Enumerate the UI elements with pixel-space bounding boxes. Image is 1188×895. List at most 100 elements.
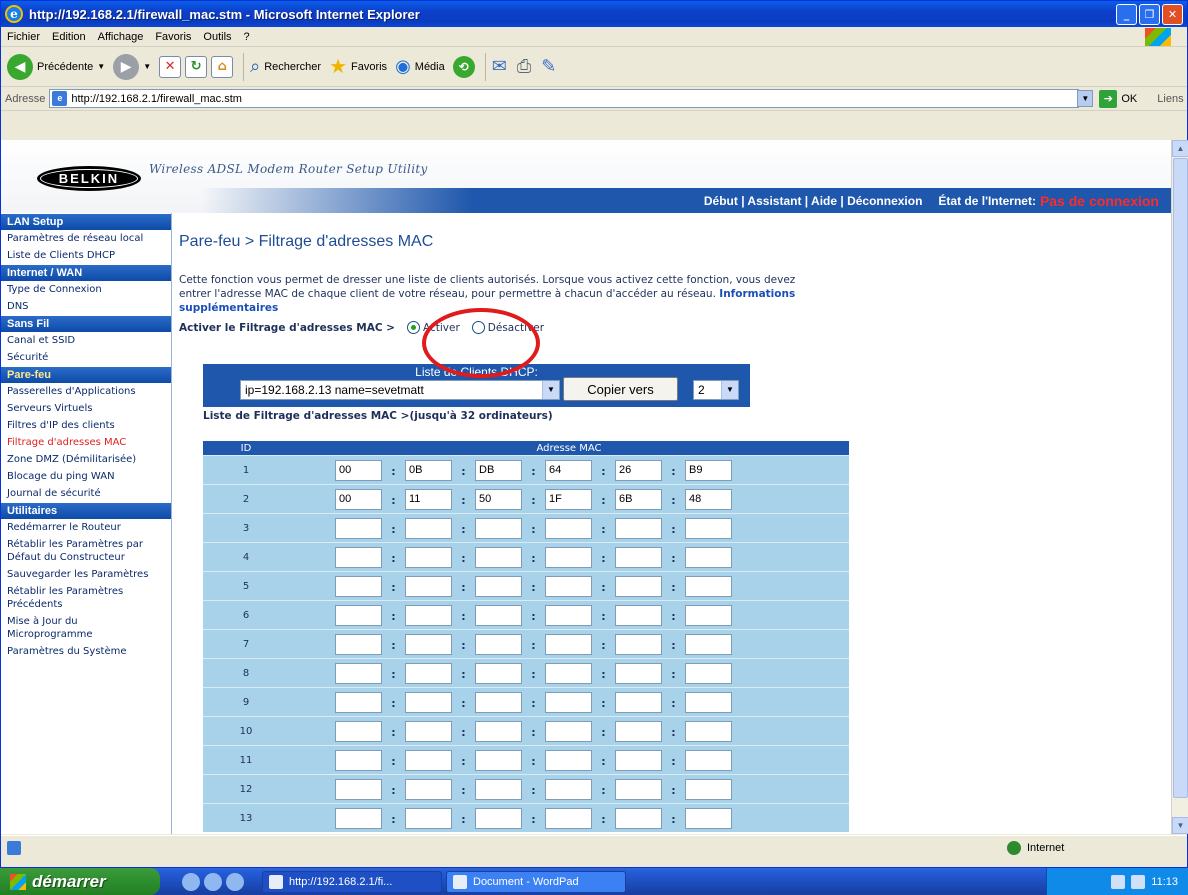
history-icon[interactable]: ⟲ [452, 55, 475, 78]
sidebar-item-virtual-servers[interactable]: Serveurs Virtuels [1, 400, 171, 417]
scroll-thumb[interactable] [1173, 158, 1188, 798]
mac-octet-input[interactable]: 0B [405, 459, 452, 481]
mac-octet-input[interactable] [545, 604, 592, 626]
mac-octet-input[interactable] [685, 575, 732, 597]
mac-octet-input[interactable] [335, 691, 382, 713]
address-dropdown-icon[interactable]: ▼ [1077, 90, 1094, 107]
scroll-down-icon[interactable]: ▼ [1172, 817, 1188, 834]
mac-octet-input[interactable] [405, 546, 452, 568]
dhcp-client-select[interactable]: ip=192.168.2.13 name=sevetmatt ▼ [240, 380, 560, 400]
mac-octet-input[interactable] [615, 807, 662, 829]
menu-favoris[interactable]: Favoris [155, 31, 191, 43]
sidebar-item-factory-reset[interactable]: Rétablir les Paramètres par Défaut du Co… [1, 536, 171, 566]
sidebar-item-firmware[interactable]: Mise à Jour du Microprogramme [1, 613, 171, 643]
mac-octet-input[interactable] [335, 546, 382, 568]
sidebar-item-restart[interactable]: Redémarrer le Routeur [1, 519, 171, 536]
refresh-icon[interactable]: ↻ [185, 55, 208, 78]
mac-octet-input[interactable] [405, 691, 452, 713]
vertical-scrollbar[interactable]: ▲ ▼ [1171, 140, 1188, 834]
mac-octet-input[interactable]: 64 [545, 459, 592, 481]
mac-octet-input[interactable] [475, 575, 522, 597]
mac-octet-input[interactable] [405, 575, 452, 597]
mac-octet-input[interactable] [335, 662, 382, 684]
forward-button[interactable]: ▶ ▼ [113, 53, 151, 80]
stop-icon[interactable]: ✕ [159, 55, 182, 78]
minimize-button[interactable]: _ [1116, 4, 1137, 25]
mac-octet-input[interactable] [545, 720, 592, 742]
mac-octet-input[interactable] [545, 575, 592, 597]
sidebar-item-system-settings[interactable]: Paramètres du Système [1, 643, 171, 660]
task-ie[interactable]: http://192.168.2.1/fi... [262, 870, 442, 893]
mac-octet-input[interactable] [545, 517, 592, 539]
mac-octet-input[interactable] [405, 807, 452, 829]
mac-octet-input[interactable] [545, 749, 592, 771]
mac-octet-input[interactable] [405, 604, 452, 626]
top-nav-links[interactable]: Début | Assistant | Aide | Déconnexion [704, 194, 923, 208]
desktop-icon[interactable] [182, 872, 200, 891]
mac-octet-input[interactable] [335, 575, 382, 597]
sidebar-item-dns[interactable]: DNS [1, 298, 171, 315]
mac-octet-input[interactable] [405, 749, 452, 771]
mac-octet-input[interactable]: B9 [685, 459, 732, 481]
menu-outils[interactable]: Outils [203, 31, 231, 43]
mac-octet-input[interactable] [685, 807, 732, 829]
home-icon[interactable]: ⌂ [211, 55, 234, 78]
address-input[interactable]: e http://192.168.2.1/firewall_mac.stm [49, 89, 1080, 108]
mac-octet-input[interactable] [685, 691, 732, 713]
mac-octet-input[interactable] [545, 691, 592, 713]
mail-icon[interactable]: ✉ [492, 56, 507, 77]
mac-octet-input[interactable] [615, 604, 662, 626]
sidebar-item-lan-settings[interactable]: Paramètres de réseau local [1, 230, 171, 247]
close-button[interactable]: ✕ [1162, 4, 1183, 25]
mac-octet-input[interactable] [685, 720, 732, 742]
mac-octet-input[interactable] [405, 517, 452, 539]
mac-octet-input[interactable] [405, 720, 452, 742]
back-button[interactable]: ◀ Précédente ▼ [7, 53, 105, 80]
menu-help[interactable]: ? [244, 31, 250, 43]
mac-octet-input[interactable] [335, 633, 382, 655]
mac-octet-input[interactable] [335, 604, 382, 626]
mac-octet-input[interactable]: 00 [335, 459, 382, 481]
mac-octet-input[interactable]: 6B [615, 488, 662, 510]
sidebar-item-security-log[interactable]: Journal de sécurité [1, 485, 171, 502]
mac-octet-input[interactable] [475, 691, 522, 713]
copy-target-select[interactable]: 2 ▼ [693, 380, 739, 400]
sidebar-item-ip-filters[interactable]: Filtres d'IP des clients [1, 417, 171, 434]
mac-octet-input[interactable] [615, 517, 662, 539]
mac-octet-input[interactable] [545, 807, 592, 829]
task-wordpad[interactable]: Document - WordPad [446, 870, 626, 893]
mac-octet-input[interactable]: DB [475, 459, 522, 481]
mac-octet-input[interactable] [475, 662, 522, 684]
mac-octet-input[interactable] [335, 720, 382, 742]
sidebar-item-restore[interactable]: Rétablir les Paramètres Précédents [1, 583, 171, 613]
mac-octet-input[interactable] [475, 546, 522, 568]
mac-octet-input[interactable] [475, 720, 522, 742]
mac-octet-input[interactable] [335, 749, 382, 771]
scroll-up-icon[interactable]: ▲ [1172, 140, 1188, 157]
favorites-button[interactable]: ★ Favoris [329, 54, 387, 79]
mac-octet-input[interactable] [615, 575, 662, 597]
sidebar-item-app-gateways[interactable]: Passerelles d'Applications [1, 383, 171, 400]
mac-octet-input[interactable]: 11 [405, 488, 452, 510]
mac-octet-input[interactable] [615, 633, 662, 655]
sidebar-item-channel-ssid[interactable]: Canal et SSID [1, 332, 171, 349]
copy-to-button[interactable]: Copier vers [563, 377, 678, 401]
menu-fichier[interactable]: Fichier [7, 31, 40, 43]
mac-octet-input[interactable] [685, 749, 732, 771]
mac-octet-input[interactable] [475, 604, 522, 626]
sidebar-item-mac-filtering[interactable]: Filtrage d'adresses MAC [1, 434, 171, 451]
mac-octet-input[interactable] [405, 662, 452, 684]
mac-octet-input[interactable] [475, 807, 522, 829]
mac-octet-input[interactable] [685, 546, 732, 568]
go-button[interactable]: ➔ OK [1099, 89, 1137, 108]
sidebar-item-dhcp-list[interactable]: Liste de Clients DHCP [1, 247, 171, 264]
mac-octet-input[interactable] [475, 633, 522, 655]
mac-octet-input[interactable] [615, 720, 662, 742]
sidebar-item-security[interactable]: Sécurité [1, 349, 171, 366]
mac-octet-input[interactable] [685, 778, 732, 800]
mac-octet-input[interactable]: 1F [545, 488, 592, 510]
sidebar-item-wan-ping[interactable]: Blocage du ping WAN [1, 468, 171, 485]
search-button[interactable]: ⌕ Rechercher [250, 56, 321, 77]
mac-octet-input[interactable] [615, 778, 662, 800]
menu-affichage[interactable]: Affichage [98, 31, 144, 43]
